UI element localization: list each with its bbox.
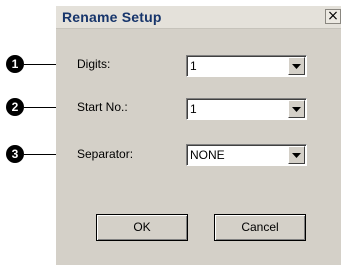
start-no-label: Start No.: [77, 100, 128, 114]
callout-3-icon: 3 [6, 145, 24, 163]
separator-label: Separator: [77, 147, 134, 161]
digits-label: Digits: [77, 57, 111, 71]
rename-setup-dialog: Rename Setup × Digits: 1 Start No.: 1 Se… [56, 6, 341, 265]
chevron-down-icon [292, 107, 301, 112]
chevron-down-icon [292, 153, 301, 158]
chevron-down-icon [292, 64, 301, 69]
ok-button[interactable]: OK [96, 214, 188, 241]
callout-1-icon: 1 [6, 55, 24, 73]
start-no-select[interactable]: 1 [186, 98, 307, 120]
separator-value: NONE [190, 148, 225, 162]
digits-value: 1 [190, 59, 197, 73]
close-icon: × [327, 8, 339, 24]
digits-dropdown-button[interactable] [288, 57, 305, 75]
separator-dropdown-button[interactable] [288, 146, 305, 164]
close-button[interactable]: × [325, 9, 341, 24]
start-no-value: 1 [190, 102, 197, 116]
separator-select[interactable]: NONE [186, 144, 307, 166]
cancel-button[interactable]: Cancel [214, 214, 306, 241]
start-no-dropdown-button[interactable] [288, 100, 305, 118]
dialog-title: Rename Setup [62, 9, 162, 25]
digits-select[interactable]: 1 [186, 55, 307, 77]
callout-2-icon: 2 [6, 98, 24, 116]
title-bar: Rename Setup × [56, 6, 341, 29]
